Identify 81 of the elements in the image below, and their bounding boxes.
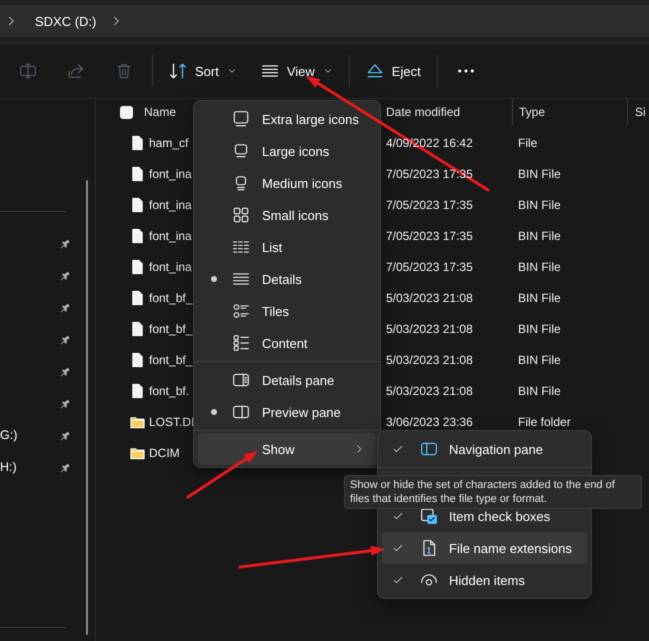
file-name[interactable]: font_bf_ [149,290,192,304]
sort-button[interactable]: Sort [159,53,247,89]
menu-item[interactable]: Small icons [198,199,376,231]
column-header[interactable]: Date modified [386,105,460,119]
date-cell: 5/03/2023 21:08 [386,352,473,366]
file-icon [130,134,145,150]
menu-item[interactable]: Details [198,263,376,295]
type-cell: BIN File [518,290,561,304]
date-cell: 5/03/2023 21:08 [386,322,473,336]
file-name[interactable]: DCIM [149,446,180,460]
menu-item[interactable]: Content [198,327,376,359]
rename-icon [19,62,37,80]
date-cell: 7/05/2023 17:35 [386,260,473,274]
file-icon [130,320,145,336]
menu-item[interactable]: List [198,231,376,263]
more-icon [458,69,474,73]
type-cell: BIN File [518,322,561,336]
date-cell: 5/03/2023 21:08 [386,384,473,398]
monitor-icon [232,142,250,160]
menu-item[interactable]: Navigation pane [382,433,587,465]
tooltip: Show or hide the set of characters added to the end of files that identifies the file type or format. [344,475,642,509]
file-name[interactable]: font_bf_ [149,352,192,366]
drive-label[interactable]: G:) [0,428,18,442]
menu-item[interactable]: File name extensions [382,532,587,564]
menu-item[interactable]: Hidden items [382,564,587,596]
eject-button[interactable]: Eject [356,53,431,89]
content-icon [232,334,250,352]
navigation-pane-icon [420,440,438,458]
type-cell: BIN File [518,228,561,242]
file-icon [130,382,145,398]
grid-icon [232,206,250,224]
file-icon [130,228,145,244]
column-header[interactable]: Name [144,105,176,119]
type-cell: BIN File [518,166,561,180]
view-button[interactable]: View [250,53,343,89]
file-name[interactable]: font_ina [149,228,192,242]
select-all-checkbox[interactable] [120,106,133,118]
type-cell: BIN File [518,352,561,366]
column-header[interactable]: Si [635,105,646,119]
sort-arrows-icon [169,62,187,80]
file-name[interactable]: ham_cf [149,136,188,150]
menu-item[interactable]: Show [198,433,376,465]
type-cell: File folder [518,414,571,428]
menu-item[interactable]: Large icons [198,135,376,167]
type-cell: BIN File [518,260,561,274]
drive-label[interactable]: H:) [0,460,17,474]
file-icon [130,166,145,182]
menu-item[interactable]: Tiles [198,295,376,327]
file-name[interactable]: font_bf_ [149,322,192,336]
type-cell: BIN File [518,384,561,398]
share-icon [67,62,85,80]
date-cell: 7/05/2023 17:35 [386,228,473,242]
preview-pane-icon [232,403,250,421]
menu-item[interactable]: Preview pane [198,396,376,428]
date-cell: 3/06/2023 23:36 [386,414,473,428]
tiles-icon [232,302,250,320]
menu-item[interactable]: Medium icons [198,167,376,199]
menu-item[interactable]: Details pane [198,364,376,396]
details-pane-icon [232,371,250,389]
file-icon [130,290,145,306]
file-name[interactable]: font_ina [149,198,192,212]
date-cell: 7/05/2023 17:35 [386,198,473,212]
date-cell: 5/03/2023 21:08 [386,290,473,304]
file-name[interactable]: font_ina [149,260,192,274]
type-cell: File [518,136,538,150]
menu-item[interactable]: Extra large icons [198,103,376,135]
file-icon [130,352,145,368]
annotation-arrow [186,451,258,498]
type-cell: BIN File [518,198,561,212]
column-header[interactable]: Type [519,105,546,119]
scrollbar-thumb[interactable] [86,180,88,635]
breadcrumb[interactable]: SDXC (D:) [35,14,96,28]
file-name[interactable]: font_bf. [149,384,190,398]
trash-icon [115,62,133,80]
monitor-icon [232,110,250,128]
file-name[interactable]: font_ina [149,166,192,180]
checkbox-icon [420,507,438,525]
file-name[interactable]: LOST.DI [149,414,194,428]
eject-icon [366,62,384,80]
file-icon [130,196,145,212]
file-icon [130,258,145,274]
